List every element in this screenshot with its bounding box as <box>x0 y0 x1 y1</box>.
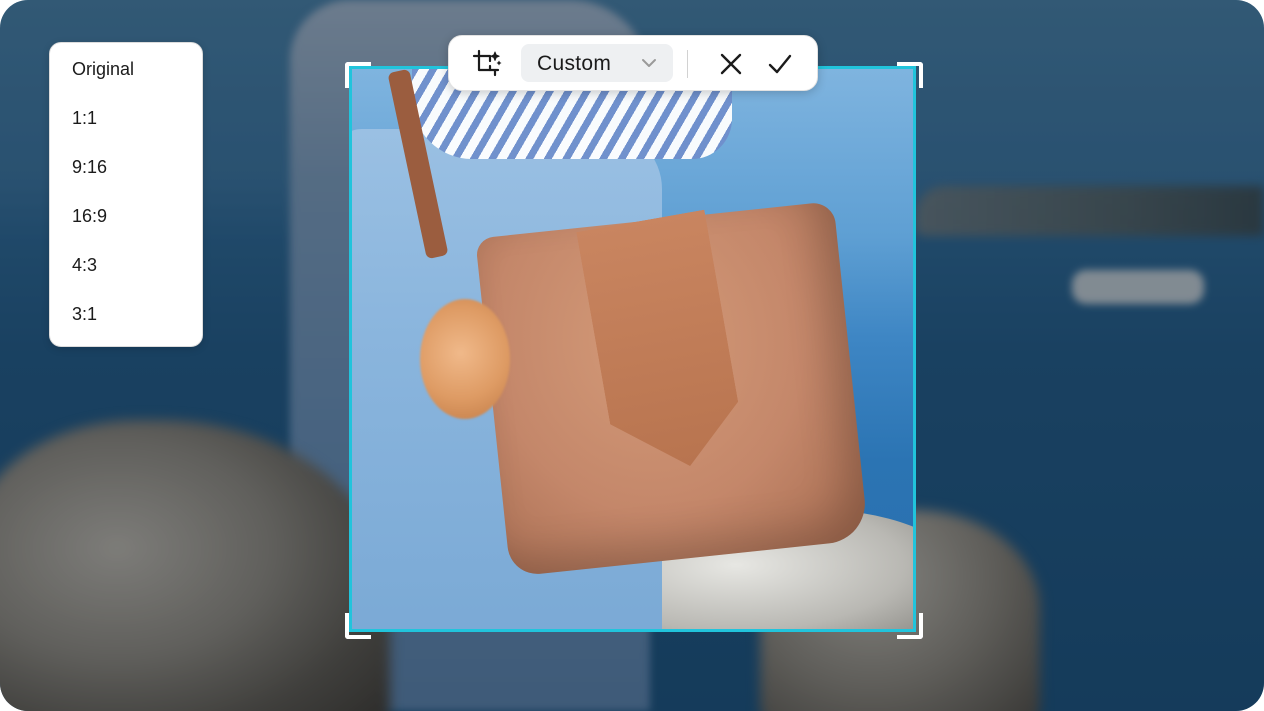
crop-magic-icon[interactable] <box>471 48 503 80</box>
checkmark-icon[interactable] <box>767 52 793 76</box>
toolbar-divider <box>687 50 688 78</box>
crop-handle-top-left[interactable] <box>345 62 371 88</box>
crop-handle-bottom-left[interactable] <box>345 613 371 639</box>
ratio-option-9-16[interactable]: 9:16 <box>72 157 107 178</box>
crop-handle-top-right[interactable] <box>897 62 923 88</box>
ratio-option-16-9[interactable]: 16:9 <box>72 206 107 227</box>
ratio-option-3-1[interactable]: 3:1 <box>72 304 97 325</box>
crop-area[interactable] <box>349 66 916 632</box>
close-icon[interactable] <box>719 52 743 76</box>
aspect-ratio-select-value: Custom <box>537 52 612 75</box>
ratio-option-1-1[interactable]: 1:1 <box>72 108 97 129</box>
crop-photo-pompom <box>420 299 510 419</box>
aspect-ratio-select[interactable]: Custom <box>521 44 673 82</box>
ratio-option-original[interactable]: Original <box>72 59 134 80</box>
crop-toolbar: Custom <box>448 35 818 91</box>
chevron-down-icon <box>640 54 658 72</box>
crop-handle-bottom-right[interactable] <box>897 613 923 639</box>
aspect-ratio-menu: Original 1:1 9:16 16:9 4:3 3:1 <box>49 42 203 347</box>
ratio-option-4-3[interactable]: 4:3 <box>72 255 97 276</box>
